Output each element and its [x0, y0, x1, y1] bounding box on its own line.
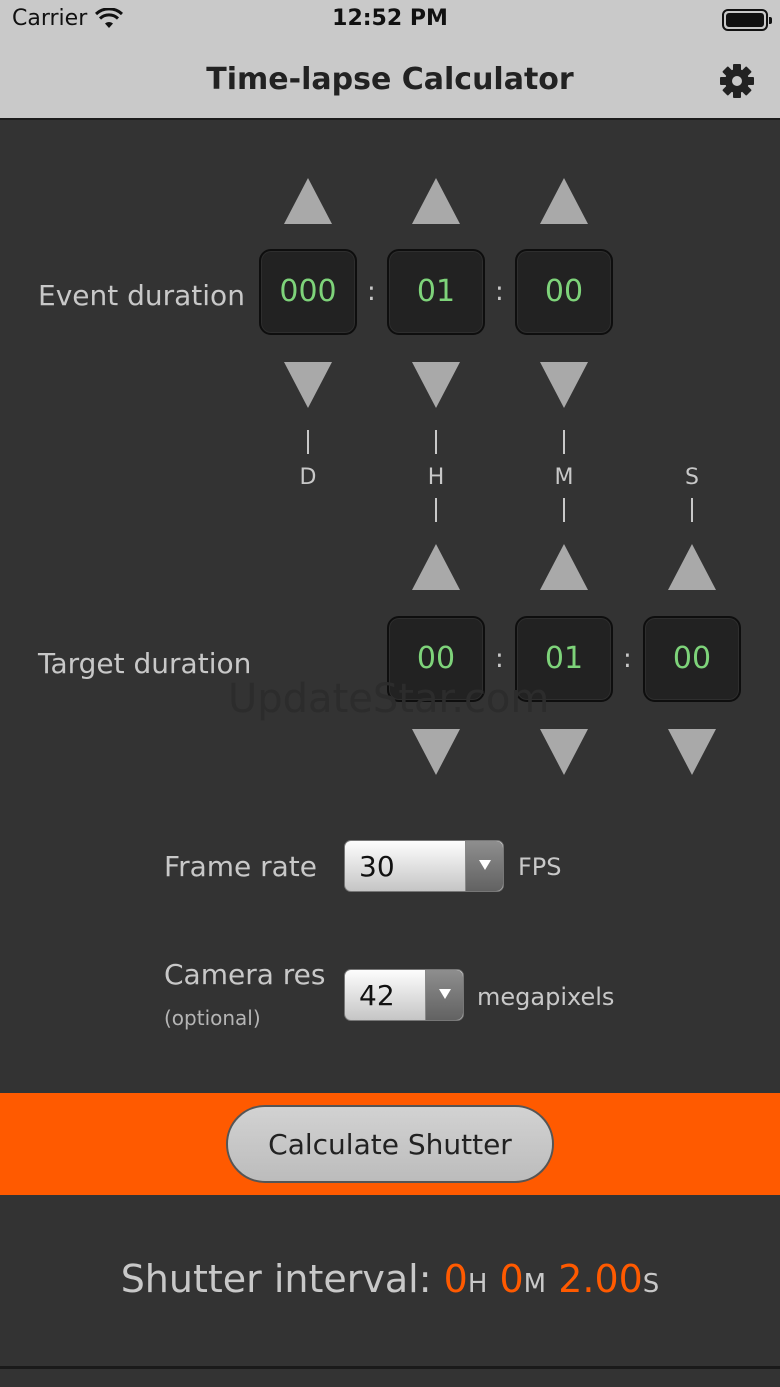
- target-seconds-field[interactable]: 00: [643, 616, 741, 702]
- event-minutes-field[interactable]: 00: [515, 249, 613, 335]
- event-hours-up-arrow-icon[interactable]: [412, 178, 460, 224]
- separator: :: [367, 277, 376, 307]
- chevron-down-icon: [479, 860, 491, 870]
- frame-rate-select[interactable]: 30: [344, 840, 504, 892]
- watermark: UpdateStar.com: [228, 676, 550, 722]
- nav-bar: Time-lapse Calculator: [0, 40, 780, 120]
- divider: [307, 430, 309, 454]
- divider: [563, 498, 565, 522]
- target-hours-down-arrow-icon[interactable]: [412, 729, 460, 775]
- target-seconds-up-arrow-icon[interactable]: [668, 544, 716, 590]
- shutter-interval-result: Shutter interval: 0H 0M 2.00S: [0, 1257, 780, 1301]
- result-seconds-unit: S: [642, 1269, 660, 1299]
- status-bar: Carrier 12:52 PM: [0, 0, 780, 40]
- event-hours-field[interactable]: 01: [387, 249, 485, 335]
- divider: [435, 498, 437, 522]
- event-minutes-down-arrow-icon[interactable]: [540, 362, 588, 408]
- result-seconds: 2.00: [558, 1257, 643, 1301]
- divider: [563, 430, 565, 454]
- result-minutes: 0: [499, 1257, 524, 1301]
- event-days-down-arrow-icon[interactable]: [284, 362, 332, 408]
- gear-icon[interactable]: [720, 64, 754, 98]
- unit-hours-label: H: [427, 465, 445, 490]
- result-minutes-unit: M: [523, 1269, 547, 1299]
- unit-minutes-label: M: [554, 465, 574, 490]
- result-hours-unit: H: [467, 1269, 488, 1299]
- divider: [435, 430, 437, 454]
- camera-res-label: Camera res: [164, 958, 326, 991]
- target-minutes-down-arrow-icon[interactable]: [540, 729, 588, 775]
- unit-seconds-label: S: [685, 465, 699, 490]
- result-label: Shutter interval:: [120, 1257, 444, 1301]
- event-duration-label: Event duration: [38, 279, 245, 312]
- divider: [691, 498, 693, 522]
- separator: :: [495, 644, 504, 674]
- optional-label: (optional): [164, 1006, 261, 1030]
- target-duration-label: Target duration: [38, 647, 252, 680]
- calculate-bar: Calculate Shutter: [0, 1093, 780, 1195]
- event-days-up-arrow-icon[interactable]: [284, 178, 332, 224]
- calculate-shutter-button[interactable]: Calculate Shutter: [226, 1105, 554, 1183]
- chevron-down-icon: [439, 989, 451, 999]
- target-seconds-down-arrow-icon[interactable]: [668, 729, 716, 775]
- page-title: Time-lapse Calculator: [206, 62, 574, 97]
- camera-res-unit: megapixels: [477, 983, 615, 1011]
- event-days-field[interactable]: 000: [259, 249, 357, 335]
- unit-days-label: D: [299, 465, 317, 490]
- camera-res-value: 42: [359, 979, 395, 1012]
- frame-rate-unit: FPS: [518, 853, 562, 881]
- frame-rate-value: 30: [359, 850, 395, 883]
- event-hours-down-arrow-icon[interactable]: [412, 362, 460, 408]
- frame-rate-label: Frame rate: [164, 850, 318, 883]
- dropdown-button[interactable]: [425, 970, 463, 1020]
- target-minutes-up-arrow-icon[interactable]: [540, 544, 588, 590]
- dropdown-button[interactable]: [465, 841, 503, 891]
- result-hours: 0: [443, 1257, 468, 1301]
- divider: [0, 1366, 780, 1369]
- camera-res-select[interactable]: 42: [344, 969, 464, 1021]
- separator: :: [495, 277, 504, 307]
- target-hours-up-arrow-icon[interactable]: [412, 544, 460, 590]
- event-minutes-up-arrow-icon[interactable]: [540, 178, 588, 224]
- clock: 12:52 PM: [332, 6, 448, 31]
- battery-icon: [722, 9, 772, 31]
- separator: :: [623, 644, 632, 674]
